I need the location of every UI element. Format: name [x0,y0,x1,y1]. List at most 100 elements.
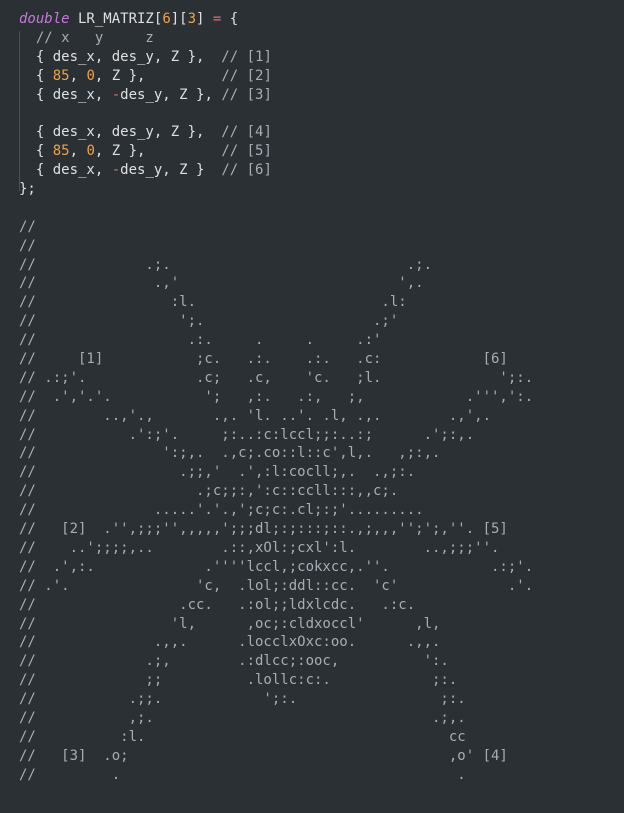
code-line[interactable]: // [2] .'',;;;'',,,,,';;;dl;:;:::;::.,;,… [19,520,624,539]
code-line[interactable]: { des_x, -des_y, Z } // [6] [19,161,624,180]
code-token: { des_x, des_y, Z }, [19,124,222,141]
code-token: { [19,67,53,84]
code-line[interactable]: { 85, 0, Z }, // [5] [19,142,624,161]
code-token: { des_x, des_y, Z }, [19,48,222,65]
code-token: // .;;,' .',:l:cocll;,. .,;:. [19,464,416,481]
code-token: // .'. 'c, .lol;:ddl::cc. 'c' .'. [19,577,534,594]
code-line[interactable]: { des_x, des_y, Z }, // [4] [19,123,624,142]
code-token: { [221,11,239,27]
code-token: 6 [162,11,171,27]
code-token: // .cc. .:ol;;ldxlcdc. .:c. [19,596,416,613]
code-token: // .':;'. ;:..:c:lccl;;:..:; .';:,. [19,426,475,443]
code-token: // . . [19,766,466,783]
code-line[interactable]: // .;c;;:,':c::ccll:::,,c;. [19,482,624,501]
code-line[interactable]: // .;, .:dlcc;:ooc, ':. [19,652,624,671]
code-line[interactable]: { des_x, -des_y, Z }, // [3] [19,86,624,105]
code-token: , Z }, [94,67,222,84]
code-line[interactable]: // .':;'. ;:..:c:lccl;;:..:; .';:,. [19,426,624,445]
code-token: // [4] [221,124,272,141]
code-line[interactable]: // :l. .l: [19,293,624,312]
code-editor[interactable]: double LR_MATRIZ[6][3] = { // x y z { de… [0,0,624,813]
code-token: }; [19,181,36,198]
code-token: - [111,86,121,103]
code-token: // x y z [19,29,154,46]
code-token: // .;, .:dlcc;:ooc, ':. [19,653,449,670]
code-line[interactable]: // 'l, ,oc;:cldxoccl' ,l, [19,615,624,634]
code-token: // .:;'. .c; .c, 'c. ;l. ';:. [19,369,534,386]
code-line[interactable]: // x y z [19,29,624,48]
code-token: , Z }, [94,143,222,160]
code-token: // [2] .'',;;;'',,,,,';;;dl;:;:::;::.,;,… [19,521,508,538]
code-line[interactable]: // .;;,' .',:l:cocll;,. .,;:. [19,463,624,482]
code-line[interactable]: // [1] ;c. .:. .:. .c: [6] [19,350,624,369]
code-token: { des_x, [19,86,112,103]
code-token: // .;c;;:,':c::ccll:::,,c;. [19,483,399,500]
code-token: // ..,'., .,. 'l. ..'. .l, .,. .,',. [19,407,492,424]
code-token: des_y, Z } [120,162,222,179]
code-token: // .','.'. '; ,:. .:, ;, .''',':. [19,388,534,405]
code-line[interactable]: // .:;'. .c; .c, 'c. ;l. ';:. [19,369,624,388]
code-line[interactable]: // .:. . . .:' [19,331,624,350]
code-token: // ';. .;' [19,313,399,330]
code-token: des_y, Z }, [120,86,222,103]
code-token: // [3] [221,86,272,103]
code-line[interactable]: // ,;. .;,. [19,709,624,728]
code-line[interactable]: // .'. 'c, .lol;:ddl::cc. 'c' .'. [19,577,624,596]
code-line[interactable] [19,104,624,123]
code-token: LR_MATRIZ [69,11,154,27]
code-token: , [69,67,87,84]
code-line[interactable]: // . . [19,766,624,785]
code-token: // .,,. .locclxOxc:oo. .,,. [19,634,441,651]
code-token: double [19,11,70,27]
code-line[interactable]: // .',:. .''''lccl,;cokxcc,.''. .:;'. [19,558,624,577]
code-token: // [6] [221,162,272,179]
code-token: ][ [170,11,188,27]
code-token: 85 [52,67,70,84]
code-line[interactable]: // ..';;;;,.. .::,xOl:;cxl':l. ..,;;;''. [19,539,624,558]
code-token: // 'l, ,oc;:cldxoccl' ,l, [19,615,441,632]
code-line[interactable]: }; [19,180,624,199]
code-token: // .,' ',. [19,275,424,292]
code-token: // .;;. ';:. ;:. [19,691,466,708]
indent-guide [19,31,20,191]
code-token: // :l. .l: [19,294,407,311]
code-token: // .:. . . .:' [19,332,382,349]
code-line[interactable]: // .cc. .:ol;;ldxlcdc. .:c. [19,596,624,615]
code-line[interactable]: { des_x, des_y, Z }, // [1] [19,48,624,67]
code-token: // [2] [221,67,272,84]
code-line[interactable]: // .....'.'.,';c;c:.cl;:;'......... [19,501,624,520]
code-token: 0 [86,67,95,84]
code-line[interactable]: // ..,'., .,. 'l. ..'. .l, .,. .,',. [19,407,624,426]
code-token: ] [196,11,213,27]
code-line[interactable]: // [19,218,624,237]
code-line[interactable]: // :l. cc [19,728,624,747]
code-token: // .;. .;. [19,256,433,273]
code-token: 85 [52,143,70,160]
code-line[interactable]: // .;. .;. [19,256,624,275]
code-line[interactable]: { 85, 0, Z }, // [2] [19,67,624,86]
code-content: double LR_MATRIZ[6][3] = { // x y z { de… [19,10,624,785]
code-line[interactable]: // .,' ',. [19,274,624,293]
code-token: // [3] .o; ,o' [4] [19,747,508,764]
code-token: // [5] [221,143,272,160]
code-token: // [1] ;c. .:. .:. .c: [6] [19,351,508,368]
code-line[interactable] [19,199,624,218]
code-token: // ,;. .;,. [19,709,466,726]
code-token: 3 [187,11,197,27]
code-token: { [19,143,53,160]
code-token: { des_x, [19,162,112,179]
code-line[interactable]: double LR_MATRIZ[6][3] = { [19,10,624,29]
code-token: // [19,218,36,235]
code-line[interactable]: // .;;. ';:. ;:. [19,690,624,709]
code-token: // .',:. .''''lccl,;cokxcc,.''. .:;'. [19,558,534,575]
code-line[interactable]: // [3] .o; ,o' [4] [19,747,624,766]
code-line[interactable]: // ;; .lollc:c:. ;:. [19,671,624,690]
code-line[interactable]: // .','.'. '; ,:. .:, ;, .''',':. [19,388,624,407]
code-line[interactable]: // ':;,. .,c;.co::l::c',l,. ,;:,. [19,444,624,463]
code-line[interactable]: // ';. .;' [19,312,624,331]
code-line[interactable]: // [19,237,624,256]
code-token: 0 [86,143,95,160]
code-token: // ..';;;;,.. .::,xOl:;cxl':l. ..,;;;''. [19,539,500,556]
code-line[interactable]: // .,,. .locclxOxc:oo. .,,. [19,633,624,652]
code-token: , [69,143,87,160]
